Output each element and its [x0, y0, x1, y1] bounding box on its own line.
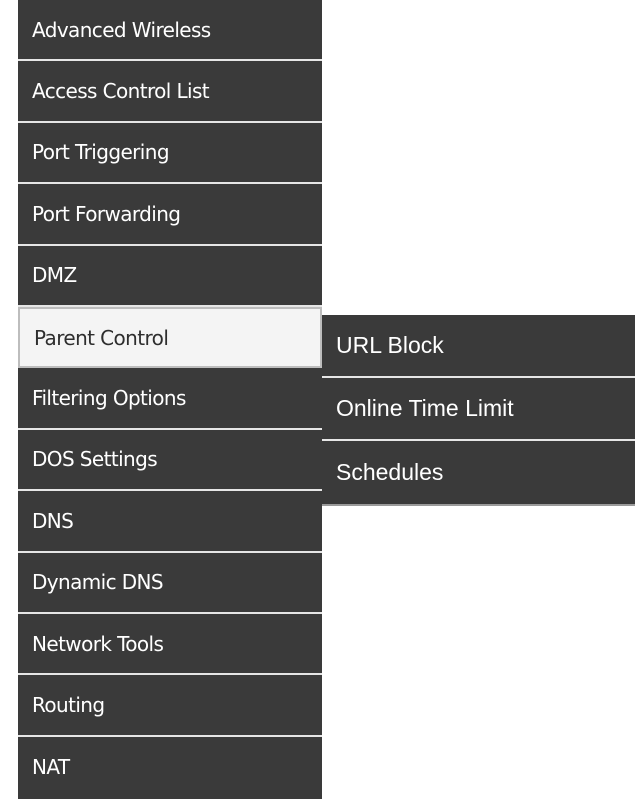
submenu-item-schedules[interactable]: Schedules — [322, 441, 635, 504]
sidebar-item-nat[interactable]: NAT — [18, 736, 322, 799]
parent-control-submenu: URL Block Online Time Limit Schedules — [322, 315, 635, 506]
sidebar-item-parent-control[interactable]: Parent Control — [18, 306, 322, 369]
sidebar-item-routing[interactable]: Routing — [18, 675, 322, 737]
sidebar-item-dynamic-dns[interactable]: Dynamic DNS — [18, 552, 322, 614]
sidebar-item-port-triggering[interactable]: Port Triggering — [18, 122, 322, 185]
sidebar-menu: Advanced Wireless Access Control List Po… — [18, 0, 322, 799]
sidebar-item-dmz[interactable]: DMZ — [18, 245, 322, 307]
sidebar-item-filtering-options[interactable]: Filtering Options — [18, 368, 322, 430]
submenu-item-online-time-limit[interactable]: Online Time Limit — [322, 378, 635, 441]
sidebar-item-access-control-list[interactable]: Access Control List — [18, 61, 322, 123]
sidebar-item-dns[interactable]: DNS — [18, 491, 322, 553]
sidebar-item-dos-settings[interactable]: DOS Settings — [18, 429, 322, 492]
sidebar-item-advanced-wireless[interactable]: Advanced Wireless — [18, 0, 322, 62]
sidebar-item-port-forwarding[interactable]: Port Forwarding — [18, 184, 322, 246]
sidebar-item-network-tools[interactable]: Network Tools — [18, 613, 322, 676]
submenu-item-url-block[interactable]: URL Block — [322, 315, 635, 378]
